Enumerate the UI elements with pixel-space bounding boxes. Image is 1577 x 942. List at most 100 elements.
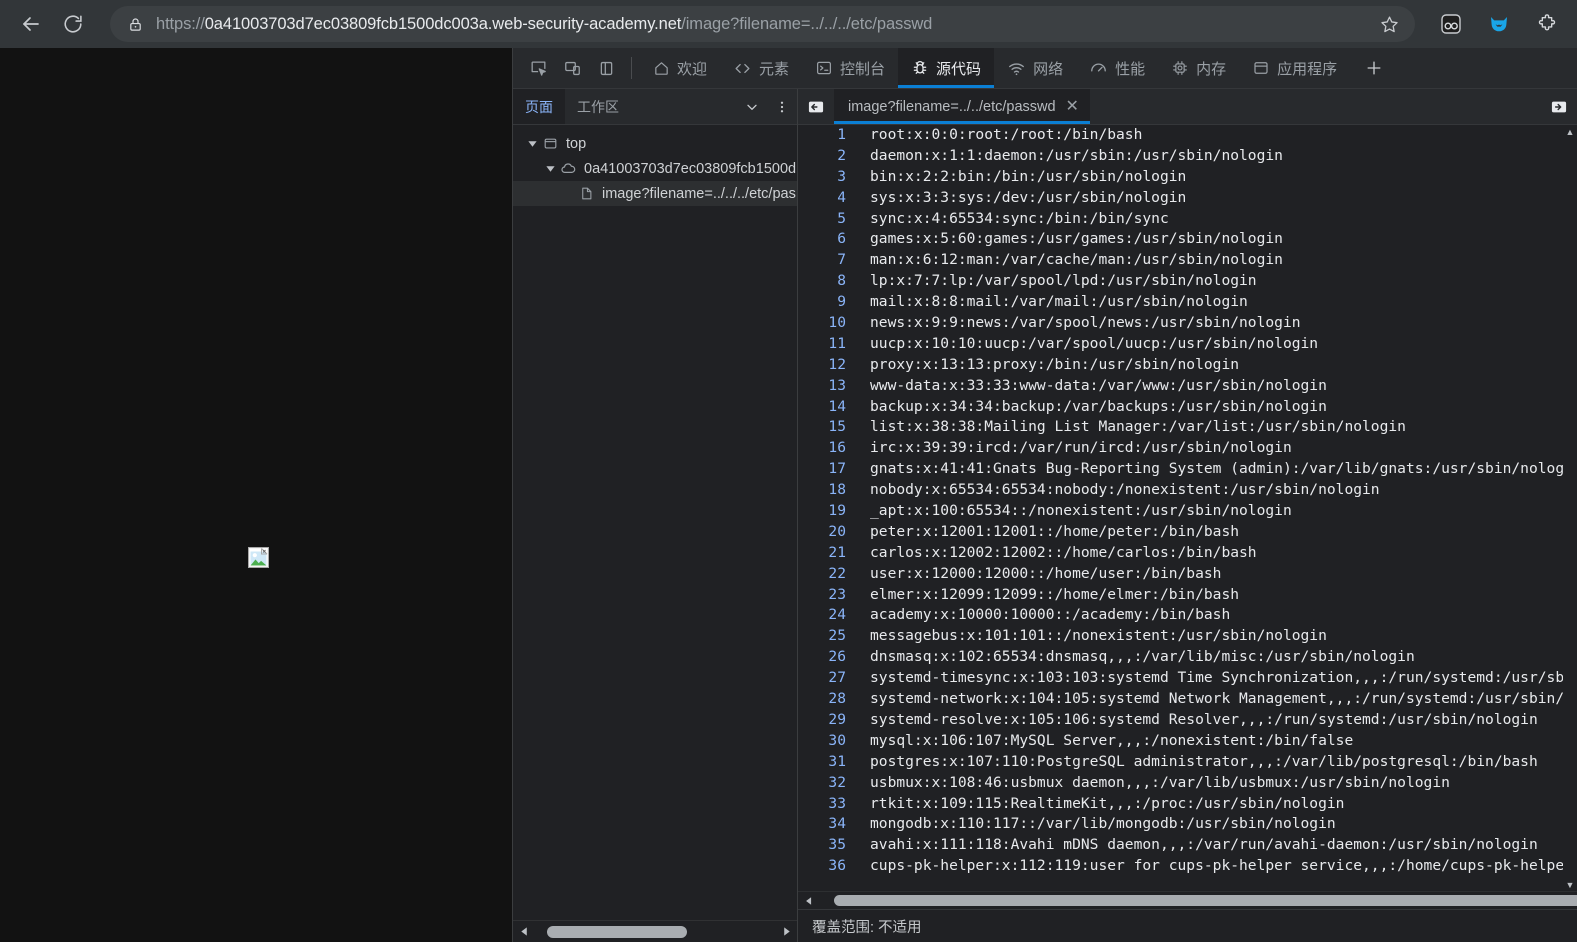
tab-network[interactable]: 网络 bbox=[994, 48, 1076, 88]
line-number[interactable]: 13 bbox=[798, 376, 858, 397]
back-button[interactable] bbox=[12, 5, 50, 43]
line-text[interactable]: bin:x:2:2:bin:/bin:/usr/sbin/nologin bbox=[858, 167, 1186, 188]
code-scrollbar-track[interactable] bbox=[818, 894, 1577, 908]
line-text[interactable]: elmer:x:12099:12099::/home/elmer:/bin/ba… bbox=[858, 585, 1239, 606]
tree-row-top[interactable]: top bbox=[513, 131, 797, 156]
line-text[interactable]: user:x:12000:12000::/home/user:/bin/bash bbox=[858, 564, 1221, 585]
inspect-element-icon[interactable] bbox=[521, 48, 555, 88]
line-text[interactable]: nobody:x:65534:65534:nobody:/nonexistent… bbox=[858, 480, 1380, 501]
line-text[interactable]: carlos:x:12002:12002::/home/carlos:/bin/… bbox=[858, 543, 1257, 564]
line-number[interactable]: 9 bbox=[798, 292, 858, 313]
line-text[interactable]: man:x:6:12:man:/var/cache/man:/usr/sbin/… bbox=[858, 250, 1283, 271]
navigator-tab-workspace[interactable]: 工作区 bbox=[565, 89, 631, 124]
line-text[interactable]: sys:x:3:3:sys:/dev:/usr/sbin/nologin bbox=[858, 188, 1186, 209]
show-debugger-icon[interactable] bbox=[1541, 89, 1577, 124]
line-number[interactable]: 16 bbox=[798, 438, 858, 459]
line-number[interactable]: 20 bbox=[798, 522, 858, 543]
line-number[interactable]: 26 bbox=[798, 647, 858, 668]
line-number[interactable]: 19 bbox=[798, 501, 858, 522]
tab-performance[interactable]: 性能 bbox=[1076, 48, 1158, 88]
scrollbar-track[interactable] bbox=[533, 925, 777, 939]
line-text[interactable]: root:x:0:0:root:/root:/bin/bash bbox=[858, 125, 1142, 146]
line-number[interactable]: 3 bbox=[798, 167, 858, 188]
line-number[interactable]: 18 bbox=[798, 480, 858, 501]
line-number[interactable]: 6 bbox=[798, 229, 858, 250]
device-toolbar-icon[interactable] bbox=[555, 48, 589, 88]
line-number[interactable]: 1 bbox=[798, 125, 858, 146]
line-number[interactable]: 35 bbox=[798, 835, 858, 856]
line-text[interactable]: dnsmasq:x:102:65534:dnsmasq,,,:/var/lib/… bbox=[858, 647, 1415, 668]
reload-button[interactable] bbox=[54, 5, 92, 43]
tab-console[interactable]: 控制台 bbox=[802, 48, 898, 88]
line-text[interactable]: cups-pk-helper:x:112:119:user for cups-p… bbox=[858, 856, 1563, 877]
line-number[interactable]: 21 bbox=[798, 543, 858, 564]
line-text[interactable]: proxy:x:13:13:proxy:/bin:/usr/sbin/nolog… bbox=[858, 355, 1239, 376]
cat-extension-icon[interactable] bbox=[1481, 6, 1517, 42]
line-text[interactable]: sync:x:4:65534:sync:/bin:/bin/sync bbox=[858, 209, 1169, 230]
line-number[interactable]: 12 bbox=[798, 355, 858, 376]
line-text[interactable]: mysql:x:106:107:MySQL Server,,,:/nonexis… bbox=[858, 731, 1353, 752]
line-text[interactable]: peter:x:12001:12001::/home/peter:/bin/ba… bbox=[858, 522, 1239, 543]
bookmark-star-icon[interactable] bbox=[1371, 6, 1407, 42]
line-text[interactable]: rtkit:x:109:115:RealtimeKit,,,:/proc:/us… bbox=[858, 794, 1344, 815]
line-number[interactable]: 5 bbox=[798, 209, 858, 230]
scroll-left-arrow-icon[interactable] bbox=[800, 896, 818, 906]
line-text[interactable]: gnats:x:41:41:Gnats Bug-Reporting System… bbox=[858, 459, 1563, 480]
line-number[interactable]: 28 bbox=[798, 689, 858, 710]
tree-row-file[interactable]: image?filename=../../../etc/pas bbox=[513, 181, 797, 206]
line-text[interactable]: avahi:x:111:118:Avahi mDNS daemon,,,:/va… bbox=[858, 835, 1538, 856]
line-text[interactable]: systemd-resolve:x:105:106:systemd Resolv… bbox=[858, 710, 1538, 731]
editor-tab-passwd[interactable]: image?filename=../../etc/passwd ✕ bbox=[834, 89, 1090, 124]
puzzle-extensions-icon[interactable] bbox=[1529, 6, 1565, 42]
chevron-down-icon[interactable] bbox=[737, 89, 767, 124]
line-number[interactable]: 31 bbox=[798, 752, 858, 773]
line-number[interactable]: 32 bbox=[798, 773, 858, 794]
twisty-icon[interactable] bbox=[543, 163, 557, 174]
line-number[interactable]: 36 bbox=[798, 856, 858, 877]
scroll-down-arrow-icon[interactable]: ▼ bbox=[1566, 880, 1575, 891]
line-text[interactable]: uucp:x:10:10:uucp:/var/spool/uucp:/usr/s… bbox=[858, 334, 1318, 355]
line-number[interactable]: 2 bbox=[798, 146, 858, 167]
vertical-scrollbar-track[interactable] bbox=[1565, 138, 1575, 880]
line-text[interactable]: daemon:x:1:1:daemon:/usr/sbin:/usr/sbin/… bbox=[858, 146, 1283, 167]
code-horizontal-scrollbar[interactable] bbox=[798, 891, 1577, 909]
line-number[interactable]: 25 bbox=[798, 626, 858, 647]
line-text[interactable]: irc:x:39:39:ircd:/var/run/ircd:/usr/sbin… bbox=[858, 438, 1292, 459]
line-number[interactable]: 7 bbox=[798, 250, 858, 271]
close-icon[interactable]: ✕ bbox=[1066, 98, 1079, 115]
tab-application[interactable]: 应用程序 bbox=[1239, 48, 1350, 88]
line-number[interactable]: 8 bbox=[798, 271, 858, 292]
line-number[interactable]: 22 bbox=[798, 564, 858, 585]
tab-welcome[interactable]: 欢迎 bbox=[640, 48, 720, 88]
line-number[interactable]: 17 bbox=[798, 459, 858, 480]
line-number[interactable]: 14 bbox=[798, 397, 858, 418]
kebab-menu-icon[interactable] bbox=[767, 89, 797, 124]
line-number[interactable]: 30 bbox=[798, 731, 858, 752]
tab-sources[interactable]: 源代码 bbox=[898, 48, 995, 88]
navigator-horizontal-scrollbar[interactable] bbox=[513, 920, 797, 942]
line-text[interactable]: messagebus:x:101:101::/nonexistent:/usr/… bbox=[858, 626, 1327, 647]
scroll-left-arrow-icon[interactable] bbox=[515, 926, 533, 937]
line-text[interactable]: games:x:5:60:games:/usr/games:/usr/sbin/… bbox=[858, 229, 1283, 250]
line-number[interactable]: 10 bbox=[798, 313, 858, 334]
goggles-extension-icon[interactable] bbox=[1433, 6, 1469, 42]
line-text[interactable]: list:x:38:38:Mailing List Manager:/var/l… bbox=[858, 417, 1406, 438]
tab-memory[interactable]: 内存 bbox=[1158, 48, 1239, 88]
line-text[interactable]: academy:x:10000:10000::/academy:/bin/bas… bbox=[858, 605, 1230, 626]
code-scrollbar-thumb[interactable] bbox=[834, 894, 1577, 906]
show-navigator-icon[interactable] bbox=[798, 89, 834, 124]
line-number[interactable]: 27 bbox=[798, 668, 858, 689]
line-number[interactable]: 33 bbox=[798, 794, 858, 815]
tab-elements[interactable]: 元素 bbox=[720, 48, 802, 88]
address-bar[interactable]: https://0a41003703d7ec03809fcb1500dc003a… bbox=[110, 6, 1415, 42]
add-panel-button[interactable] bbox=[1350, 48, 1398, 88]
line-text[interactable]: systemd-timesync:x:103:103:systemd Time … bbox=[858, 668, 1563, 689]
line-text[interactable]: backup:x:34:34:backup:/var/backups:/usr/… bbox=[858, 397, 1327, 418]
line-number[interactable]: 34 bbox=[798, 814, 858, 835]
line-text[interactable]: mongodb:x:110:117::/var/lib/mongodb:/usr… bbox=[858, 814, 1336, 835]
line-number[interactable]: 11 bbox=[798, 334, 858, 355]
line-text[interactable]: mail:x:8:8:mail:/var/mail:/usr/sbin/nolo… bbox=[858, 292, 1248, 313]
line-number[interactable]: 15 bbox=[798, 417, 858, 438]
tree-row-domain[interactable]: 0a41003703d7ec03809fcb1500d bbox=[513, 156, 797, 181]
line-text[interactable]: _apt:x:100:65534::/nonexistent:/usr/sbin… bbox=[858, 501, 1292, 522]
